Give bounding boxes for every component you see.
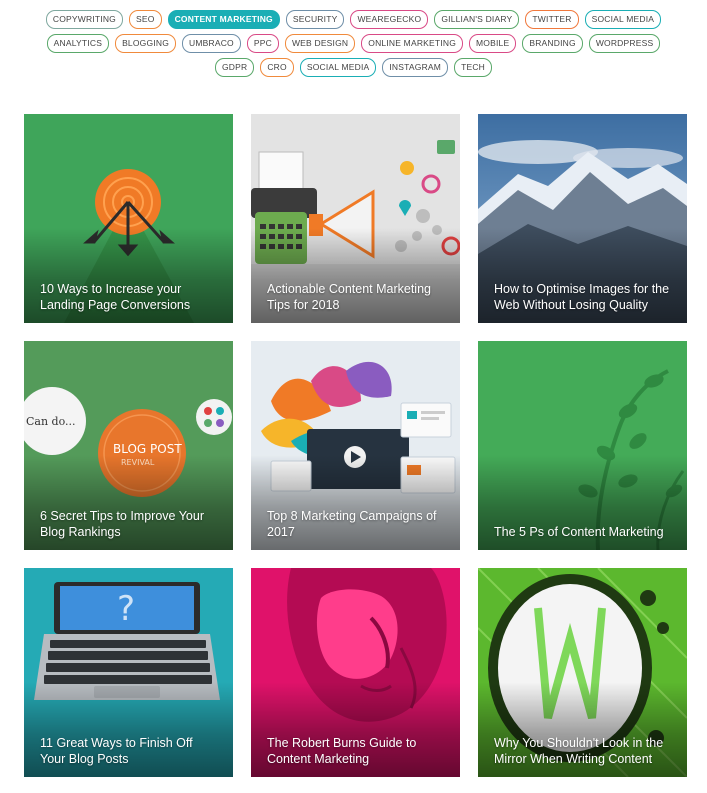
tag-mobile[interactable]: Mobile (469, 34, 517, 53)
tag-cro[interactable]: CRO (260, 58, 294, 77)
post-title[interactable]: Actionable Content Marketing Tips for 20… (267, 282, 448, 313)
svg-text:BLOG POST: BLOG POST (113, 442, 182, 456)
tag-instagram[interactable]: Instagram (382, 58, 449, 77)
tag-seo[interactable]: SEO (129, 10, 162, 29)
svg-text:?: ? (117, 589, 135, 629)
tag-branding[interactable]: Branding (522, 34, 583, 53)
post-title[interactable]: The 5 Ps of Content Marketing (494, 525, 675, 541)
tag-social-media[interactable]: Social Media (584, 10, 662, 29)
post-title[interactable]: How to Optimise Images for the Web Witho… (494, 282, 675, 313)
svg-text:Can do...: Can do... (26, 415, 76, 428)
post-card[interactable]: The Robert Burns Guide to Content Market… (251, 568, 460, 777)
post-title[interactable]: 10 Ways to Increase your Landing Page Co… (40, 282, 221, 313)
post-card[interactable]: Actionable Content Marketing Tips for 20… (251, 114, 460, 323)
post-card[interactable]: Why You Shouldn't Look in the Mirror Whe… (478, 568, 687, 777)
tag-wearegecko[interactable]: WeAreGecko (350, 10, 429, 29)
tag-social-media[interactable]: Social Media (299, 58, 377, 77)
post-title[interactable]: Top 8 Marketing Campaigns of 2017 (267, 509, 448, 540)
post-card[interactable]: How to Optimise Images for the Web Witho… (478, 114, 687, 323)
post-card[interactable]: ? 11 Great Ways to Finish Off Your Blog … (24, 568, 233, 777)
tag-content-marketing[interactable]: Content Marketing (167, 10, 280, 29)
tag-twitter[interactable]: Twitter (525, 10, 579, 29)
post-card[interactable]: 10 Ways to Increase your Landing Page Co… (24, 114, 233, 323)
tag-copywriting[interactable]: Copywriting (45, 10, 123, 29)
tag-gdpr[interactable]: GDPR (214, 58, 255, 77)
post-grid: 10 Ways to Increase your Landing Page Co… (24, 114, 687, 777)
tag-tech[interactable]: Tech (454, 58, 493, 77)
post-card[interactable]: The 5 Ps of Content Marketing (478, 341, 687, 550)
tag-security[interactable]: Security (285, 10, 345, 29)
tag-analytics[interactable]: Analytics (46, 34, 110, 53)
post-title[interactable]: 11 Great Ways to Finish Off Your Blog Po… (40, 736, 221, 767)
post-title[interactable]: 6 Secret Tips to Improve Your Blog Ranki… (40, 509, 221, 540)
tag-ppc[interactable]: PPC (246, 34, 279, 53)
tag-blogging[interactable]: Blogging (115, 34, 177, 53)
tag-umbraco[interactable]: Umbraco (182, 34, 241, 53)
tag-web-design[interactable]: Web Design (284, 34, 356, 53)
post-card[interactable]: Top 8 Marketing Campaigns of 2017 (251, 341, 460, 550)
post-title[interactable]: Why You Shouldn't Look in the Mirror Whe… (494, 736, 675, 767)
post-title[interactable]: The Robert Burns Guide to Content Market… (267, 736, 448, 767)
tag-gillian-s-diary[interactable]: Gillian's Diary (434, 10, 520, 29)
tag-filter-list: Copywriting SEO Content Marketing Security W… (0, 10, 707, 77)
tag-online-marketing[interactable]: Online Marketing (361, 34, 464, 53)
tag-wordpress[interactable]: WordPress (588, 34, 661, 53)
post-card[interactable]: Can do... BLOG POST REVIVAL 6 Secret Tip… (24, 341, 233, 550)
